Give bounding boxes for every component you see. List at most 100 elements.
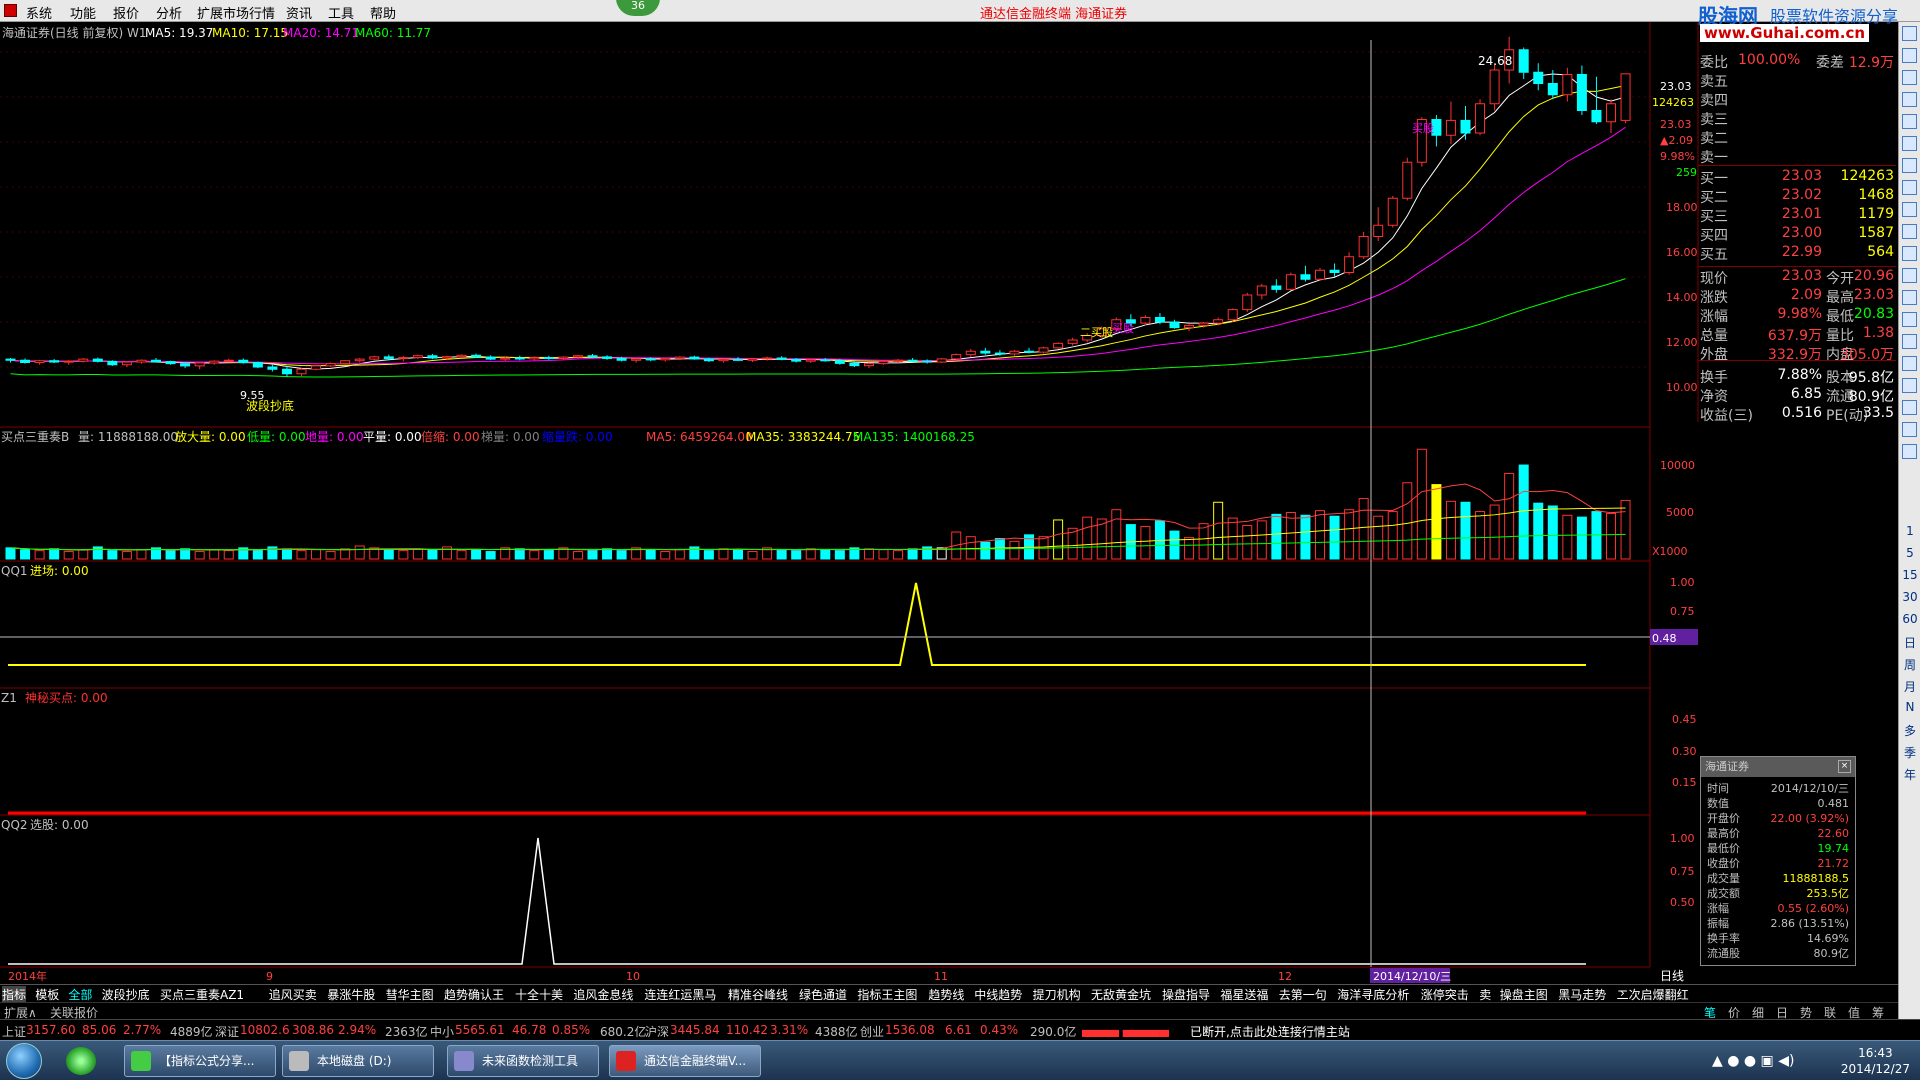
volume-bar[interactable] <box>543 549 554 560</box>
data-window[interactable]: 海通证券 × 时间 2014/12/10/三 数值 0.481 开盘价 22.00 (3.… <box>1700 756 1856 966</box>
indicator-tab[interactable]: 指标 <box>2 986 27 1003</box>
candle[interactable] <box>1387 196 1398 228</box>
volume-bar[interactable] <box>980 541 991 560</box>
volume-bar[interactable] <box>907 548 918 560</box>
candle[interactable] <box>34 359 45 365</box>
indicator-tab[interactable]: 去第一句 <box>1279 986 1327 1003</box>
volume-bar[interactable] <box>1416 448 1427 560</box>
period-button[interactable]: 季 <box>1899 744 1920 761</box>
indicator-tab[interactable]: 连连红运黑马 <box>644 986 716 1003</box>
toolbar-icon[interactable] <box>1902 136 1917 151</box>
indicator-tab[interactable]: 中线趋势 <box>974 986 1022 1003</box>
candle[interactable] <box>631 358 642 363</box>
volume-bar[interactable] <box>1547 505 1558 560</box>
buy-level-row[interactable]: 买二 23.02 1468 <box>1698 187 1896 206</box>
candle[interactable] <box>1475 99 1486 136</box>
volume-bar[interactable] <box>820 549 831 560</box>
toolbar-icon[interactable] <box>1902 444 1917 459</box>
sell-level-row[interactable]: 卖四 <box>1698 90 1896 109</box>
buy-level-row[interactable]: 买一 23.03 124263 <box>1698 168 1896 187</box>
candle[interactable] <box>369 355 380 361</box>
volume-bar[interactable] <box>1256 520 1267 560</box>
indicator-tab[interactable]: 趋势确认王 <box>444 986 504 1003</box>
candle[interactable] <box>907 358 918 363</box>
indicator-tab[interactable]: 绿色通道 <box>799 986 847 1003</box>
sell-level-row[interactable]: 卖五 <box>1698 71 1896 90</box>
volume-bar[interactable] <box>1227 517 1238 560</box>
notification-badge[interactable]: 36 <box>616 0 660 16</box>
candle[interactable] <box>238 358 249 364</box>
toolbar-icon[interactable] <box>1902 114 1917 129</box>
candle[interactable] <box>660 357 671 362</box>
volume-bar[interactable] <box>1329 515 1340 560</box>
toolbar-icon[interactable] <box>1902 312 1917 327</box>
volume-bar[interactable] <box>863 548 874 560</box>
candle[interactable] <box>92 357 103 363</box>
candle[interactable] <box>296 368 307 376</box>
candle[interactable] <box>1053 342 1064 349</box>
close-icon[interactable]: × <box>1838 760 1851 773</box>
candle[interactable] <box>1009 349 1020 356</box>
toolbar-icon[interactable] <box>1902 400 1917 415</box>
indicator-tab[interactable]: 十全十美 <box>515 986 563 1003</box>
taskbar-button[interactable]: 本地磁盘 (D:) <box>282 1045 434 1077</box>
buy-level-row[interactable]: 买五 22.99 564 <box>1698 244 1896 263</box>
volume-bar[interactable] <box>645 549 656 560</box>
candle[interactable] <box>514 355 525 361</box>
candle[interactable] <box>267 364 278 372</box>
taskbar-button[interactable]: 【指标公式分享... <box>124 1045 276 1077</box>
candle[interactable] <box>5 358 16 363</box>
volume-bar[interactable] <box>1431 484 1442 560</box>
toolbar-icon[interactable] <box>1902 422 1917 437</box>
volume-bar[interactable] <box>1009 540 1020 560</box>
candle[interactable] <box>718 358 729 363</box>
candle[interactable] <box>965 349 976 357</box>
toolbar-icon[interactable] <box>1902 290 1917 305</box>
period-button[interactable]: 5 <box>1899 546 1920 560</box>
volume-bar[interactable] <box>791 550 802 560</box>
candle[interactable] <box>572 354 583 359</box>
candle[interactable] <box>1344 252 1355 275</box>
volume-bar[interactable] <box>209 549 220 560</box>
candle[interactable] <box>762 356 773 361</box>
volume-bar[interactable] <box>733 549 743 560</box>
volume-bars[interactable] <box>5 448 1631 560</box>
volume-bar[interactable] <box>194 551 205 560</box>
candle[interactable] <box>121 361 132 367</box>
candle[interactable] <box>485 355 496 361</box>
volume-bar[interactable] <box>1533 502 1544 560</box>
period-button[interactable]: 1 <box>1899 524 1920 538</box>
indicator-tab[interactable]: 精准谷峰线 <box>728 986 788 1003</box>
indicator-tab[interactable]: 波段抄底 <box>102 986 150 1003</box>
toolbar-icon[interactable] <box>1902 246 1917 261</box>
candle[interactable] <box>1315 268 1325 281</box>
volume-bar[interactable] <box>1285 512 1296 560</box>
candle[interactable] <box>63 360 74 365</box>
indicator-tab[interactable]: 海洋寻底分析 <box>1337 986 1409 1003</box>
candle[interactable] <box>1591 76 1602 124</box>
indicator-tab[interactable]: 趋势线 <box>928 986 964 1003</box>
volume-bar[interactable] <box>805 548 816 560</box>
candle[interactable] <box>136 359 147 364</box>
volume-bar[interactable] <box>893 550 904 560</box>
volume-bar[interactable] <box>1344 509 1355 560</box>
candle[interactable] <box>151 358 161 363</box>
candle[interactable] <box>1373 207 1384 241</box>
volume-bar[interactable] <box>1373 515 1384 560</box>
candle[interactable] <box>1606 99 1616 133</box>
candle[interactable] <box>543 355 554 360</box>
period-button[interactable]: 日 <box>1899 634 1920 651</box>
candle[interactable] <box>980 347 991 355</box>
candle[interactable] <box>747 358 758 363</box>
candle[interactable] <box>311 364 322 371</box>
volume-bar[interactable] <box>34 550 45 560</box>
candle[interactable] <box>529 356 540 361</box>
volume-bar[interactable] <box>1387 511 1398 560</box>
volume-bar[interactable] <box>1445 500 1456 560</box>
indicator-tab[interactable]: 买点三重奏AZ1 <box>160 986 244 1003</box>
candle[interactable] <box>325 362 336 368</box>
menu-quote[interactable]: 报价 <box>113 3 139 22</box>
sell-level-row[interactable]: 卖二 <box>1698 128 1896 147</box>
candle[interactable] <box>456 354 467 358</box>
candle[interactable] <box>1445 101 1456 145</box>
